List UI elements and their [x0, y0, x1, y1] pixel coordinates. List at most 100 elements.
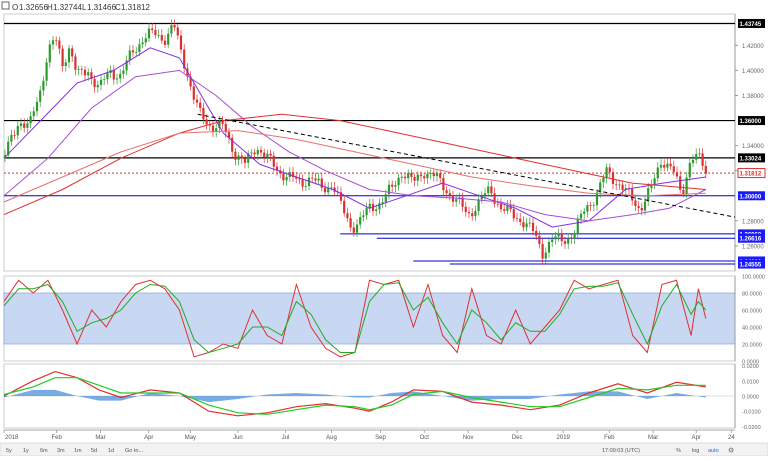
candle-body	[144, 38, 147, 43]
x-tick-label: Feb	[604, 435, 615, 441]
candle-body	[202, 107, 205, 120]
candle-body	[163, 40, 167, 45]
candle-body	[26, 123, 29, 128]
candle-body	[39, 90, 42, 102]
candle-body	[67, 48, 71, 63]
candle-body	[243, 158, 247, 163]
range-button-label: 5d	[91, 448, 97, 454]
candle-body	[423, 176, 426, 179]
gear-icon[interactable]: ⚙	[728, 447, 734, 455]
candle-body	[519, 218, 522, 222]
candle-body	[666, 163, 669, 168]
candle-body	[445, 190, 448, 194]
candle-body	[272, 155, 275, 167]
candle-body	[416, 174, 419, 181]
candle-body	[538, 235, 541, 244]
candle-body	[115, 78, 119, 80]
x-tick-label: Mar	[95, 435, 105, 441]
candle-body	[621, 184, 624, 190]
candle-body	[544, 252, 547, 259]
candle-body	[439, 173, 442, 178]
x-tick-label: Jun	[233, 435, 243, 441]
candle-body	[317, 178, 320, 181]
candle-body	[365, 207, 368, 216]
price-y-tick-label: 1.26000	[742, 244, 764, 250]
candle-body	[503, 209, 506, 211]
chart-background	[0, 0, 768, 456]
candle-body	[487, 186, 490, 194]
candle-body	[119, 73, 122, 79]
price-y-tick-label: 1.28000	[742, 219, 764, 225]
macd-y-tick-label: -0.0100	[742, 410, 761, 416]
level-label: 1.26616	[740, 237, 762, 243]
candle-body	[266, 153, 269, 158]
candle-body	[589, 205, 592, 206]
x-tick-label: 2018	[5, 435, 19, 441]
candle-body	[375, 209, 378, 211]
price-y-tick-label: 1.40000	[742, 69, 764, 75]
candle-body	[586, 205, 589, 212]
x-tick-label: Oct	[420, 435, 430, 441]
candle-body	[554, 236, 557, 240]
candle-body	[211, 125, 215, 132]
candle-body	[71, 48, 74, 57]
candle-body	[471, 213, 474, 217]
candle-body	[19, 123, 23, 127]
candle-body	[595, 192, 599, 206]
candle-body	[154, 29, 157, 36]
candle-body	[141, 42, 144, 45]
candle-body	[131, 50, 135, 53]
candle-body	[256, 150, 259, 155]
candle-body	[663, 164, 666, 168]
candle-body	[531, 222, 535, 231]
candle-body	[195, 99, 199, 103]
candle-body	[285, 176, 288, 181]
candle-body	[35, 101, 39, 112]
candle-body	[355, 224, 359, 233]
candle-body	[64, 62, 67, 67]
scale-button-label: %	[676, 448, 681, 454]
candle-body	[525, 223, 528, 228]
candle-body	[464, 206, 467, 212]
candle-body	[407, 173, 410, 179]
candle-body	[170, 25, 173, 34]
candle-body	[567, 238, 570, 244]
candle-body	[259, 150, 263, 153]
candle-body	[269, 153, 272, 156]
candle-body	[691, 159, 695, 164]
bottom-toolbar: 5y 1y 6m 3m 1m 5d 1d Go to... 17:09:03 (UTC)% log…	[0, 442, 768, 457]
range-button-label: 1y	[23, 448, 29, 454]
candle-body	[282, 173, 285, 181]
ohlc-high-value: 1.32744	[53, 3, 82, 12]
candle-body	[51, 40, 55, 45]
chart-canvas[interactable]: 1.420001.400001.380001.340001.320001.280…	[0, 0, 768, 457]
candle-body	[563, 241, 567, 244]
candle-body	[669, 163, 672, 167]
candle-body	[483, 193, 487, 197]
scale-button-label: log	[692, 448, 699, 454]
stoch-y-tick-label: 100.0000	[742, 275, 765, 281]
candle-body	[659, 164, 663, 168]
candle-body	[547, 242, 551, 253]
candle-body	[237, 155, 240, 160]
candle-body	[83, 69, 87, 76]
candle-body	[96, 84, 99, 88]
candle-body	[675, 172, 679, 177]
candle-body	[426, 173, 429, 179]
ohlc-open-value: 1.32656	[19, 3, 48, 12]
macd-y-tick-label: -0.0200	[742, 425, 761, 431]
candle-body	[557, 233, 560, 237]
candle-body	[157, 34, 160, 36]
candle-body	[704, 165, 707, 174]
candle-body	[391, 184, 394, 187]
candle-body	[467, 211, 471, 214]
candle-body	[528, 222, 531, 224]
candle-body	[29, 116, 32, 124]
candle-body	[397, 177, 400, 186]
candle-body	[103, 79, 106, 81]
macd-y-tick-label: 0.0100	[742, 379, 759, 385]
toolbar-time: 17:09:03 (UTC)	[602, 448, 640, 454]
candle-body	[61, 48, 64, 67]
candle-body	[611, 172, 615, 184]
candle-body	[179, 35, 183, 50]
